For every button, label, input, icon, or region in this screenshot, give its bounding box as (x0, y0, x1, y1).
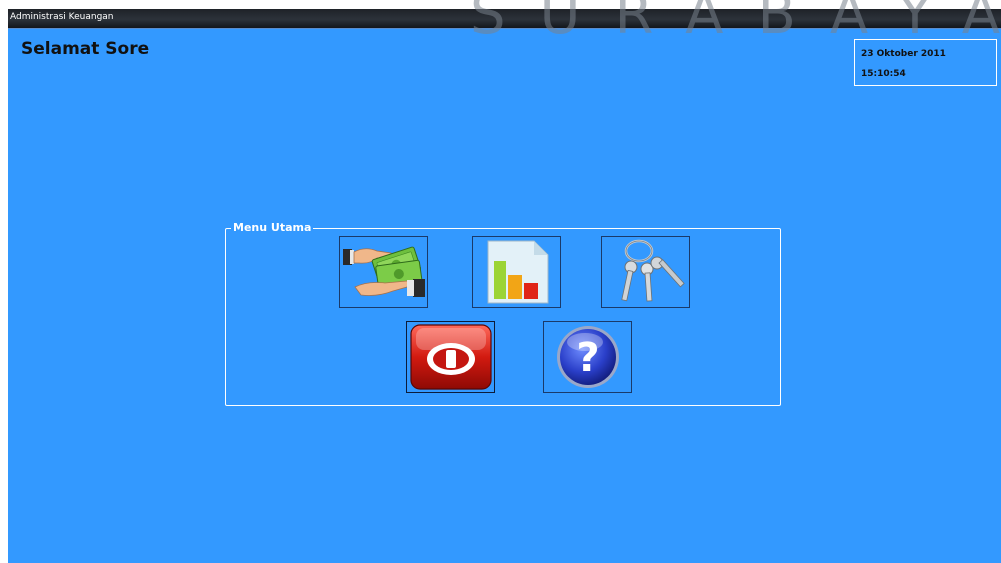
datetime-panel: 23 Oktober 2011 15:10:54 (854, 39, 997, 86)
date-label: 23 Oktober 2011 (861, 49, 946, 59)
group-legend: Menu Utama (231, 221, 314, 234)
help-button[interactable]: ? (543, 321, 632, 393)
report-button[interactable] (472, 236, 561, 308)
help-icon: ? (556, 326, 619, 388)
window-title: Administrasi Keuangan (10, 12, 114, 22)
bar-chart-report-icon (487, 240, 548, 304)
main-menu-group: Menu Utama ? (225, 221, 781, 406)
keys-icon (620, 239, 685, 302)
money-hands-icon (342, 246, 425, 297)
svg-text:?: ? (576, 335, 599, 381)
exit-button[interactable] (406, 321, 495, 393)
power-off-icon (409, 324, 492, 390)
app-window: Administrasi Keuangan Selamat Sore 23 Ok… (8, 9, 1001, 563)
finance-button[interactable] (339, 236, 428, 308)
greeting-label: Selamat Sore (21, 39, 150, 59)
keys-button[interactable] (601, 236, 690, 308)
title-bar[interactable]: Administrasi Keuangan (8, 9, 1001, 29)
time-label: 15:10:54 (861, 69, 906, 79)
